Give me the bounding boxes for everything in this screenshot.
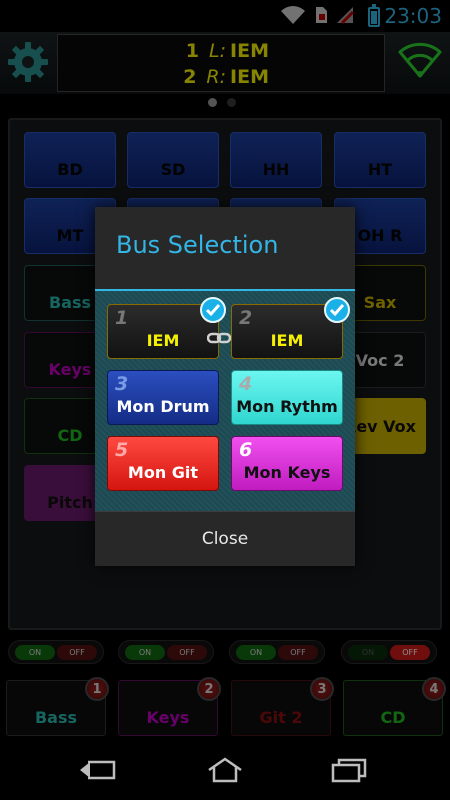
- bus-option-1[interactable]: 1 IEM: [107, 297, 226, 359]
- bus-number: 2: [239, 307, 253, 329]
- back-icon[interactable]: [78, 758, 120, 782]
- link-icon[interactable]: [207, 331, 231, 345]
- bus-label: Mon Keys: [243, 463, 331, 482]
- close-button[interactable]: Close: [95, 512, 355, 566]
- bus-option-6[interactable]: 6 Mon Keys: [231, 436, 343, 491]
- home-icon[interactable]: [205, 756, 245, 784]
- bus-option-4[interactable]: 4 Mon Rythm: [231, 370, 343, 425]
- recents-icon[interactable]: [330, 756, 368, 784]
- dialog-title: Bus Selection: [116, 231, 279, 259]
- bus-option-5[interactable]: 5 Mon Git: [107, 436, 219, 491]
- bus-label: Mon Rythm: [236, 397, 338, 416]
- bus-selection-dialog: Bus Selection 1 IEM 2 IEM 3 Mon Drum 4 M…: [95, 207, 355, 566]
- bus-number: 3: [115, 373, 129, 395]
- bus-number: 1: [115, 307, 129, 329]
- bus-number: 4: [239, 373, 253, 395]
- bus-label: IEM: [270, 331, 304, 350]
- bus-label: IEM: [146, 331, 180, 350]
- bus-label: Mon Git: [127, 463, 199, 482]
- bus-number: 6: [239, 439, 253, 461]
- bus-number: 5: [115, 439, 129, 461]
- bus-label: Mon Drum: [116, 397, 210, 416]
- bus-option-3[interactable]: 3 Mon Drum: [107, 370, 219, 425]
- check-circle-icon: [324, 297, 350, 323]
- navigation-bar: [0, 740, 450, 800]
- dialog-body: 1 IEM 2 IEM 3 Mon Drum 4 Mon Rythm 5 Mon…: [95, 291, 355, 511]
- bus-option-2[interactable]: 2 IEM: [231, 297, 350, 359]
- check-circle-icon: [200, 297, 226, 323]
